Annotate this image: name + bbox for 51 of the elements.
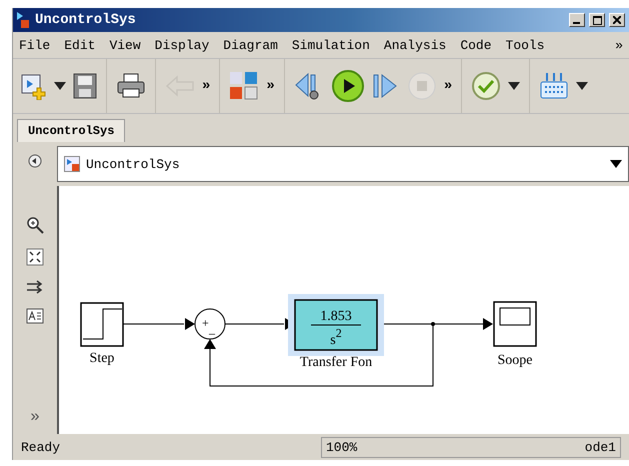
zoom-level: 100% — [326, 440, 358, 454]
navigate-back-icon[interactable] — [28, 154, 42, 168]
menu-item[interactable]: File — [19, 38, 50, 52]
dropdown-arrow-icon[interactable] — [576, 82, 588, 90]
arrows-icon[interactable] — [26, 280, 44, 294]
save-icon[interactable] — [73, 73, 97, 99]
zoom-icon[interactable] — [26, 216, 44, 234]
address-bar[interactable]: UncontrolSys — [57, 146, 629, 182]
toolbar-overflow[interactable]: » — [264, 78, 277, 94]
menu-overflow[interactable]: » — [615, 38, 623, 52]
menu-item[interactable]: Simulation — [292, 38, 370, 52]
toolbar-overflow[interactable]: » — [442, 78, 454, 94]
printer-icon[interactable] — [116, 73, 146, 99]
sum-block[interactable]: +_ — [194, 308, 226, 340]
minimize-button[interactable] — [569, 13, 585, 27]
step-block[interactable] — [80, 302, 124, 347]
menu-item[interactable]: Display — [154, 38, 210, 52]
menu-item[interactable]: Analysis — [384, 38, 446, 52]
menu-item[interactable]: Edit — [64, 38, 96, 52]
app-icon — [17, 12, 31, 28]
check-icon[interactable] — [471, 71, 502, 101]
fit-view-icon[interactable] — [26, 248, 44, 266]
menu-item[interactable]: Tools — [506, 38, 545, 52]
library-icon[interactable] — [229, 71, 260, 101]
solver-name: ode1 — [584, 440, 616, 454]
close-icon — [613, 16, 621, 24]
block-label: Transfer Fon — [300, 355, 372, 370]
menu-item[interactable]: View — [109, 38, 141, 52]
scope-block[interactable] — [493, 301, 537, 347]
window-title: UncontrolSys — [35, 12, 137, 28]
model-tab[interactable]: UncontrolSys — [17, 119, 126, 142]
new-model-icon[interactable] — [19, 72, 47, 100]
close-button[interactable] — [609, 13, 625, 27]
dropdown-arrow-icon[interactable] — [508, 82, 520, 90]
model-icon — [64, 156, 80, 172]
palette-overflow[interactable]: » — [30, 408, 40, 426]
grid-icon[interactable] — [539, 72, 570, 100]
dropdown-arrow-icon[interactable] — [610, 160, 622, 168]
block-label: Step — [90, 351, 114, 366]
transfer-function-block[interactable]: 1.853 s$^{2}$ — [294, 299, 378, 351]
annotation-icon[interactable] — [26, 308, 44, 324]
block-label: Soope — [498, 353, 532, 368]
run-icon[interactable] — [330, 69, 365, 103]
menu-item[interactable]: Diagram — [223, 38, 278, 52]
maximize-icon — [592, 16, 602, 24]
toolbar-overflow[interactable]: » — [200, 78, 212, 94]
dropdown-arrow-icon[interactable] — [54, 82, 66, 90]
address-path: UncontrolSys — [86, 156, 181, 172]
maximize-button[interactable] — [589, 13, 605, 27]
menu-item[interactable]: Code — [460, 38, 492, 52]
status-text: Ready — [21, 440, 62, 454]
